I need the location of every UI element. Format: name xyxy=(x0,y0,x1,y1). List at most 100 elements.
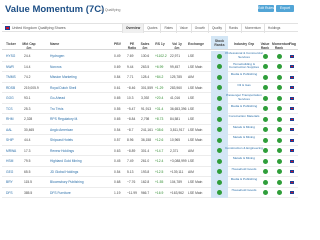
col-rs[interactable]: RS 1y xyxy=(155,42,165,46)
market-select[interactable]: United Kingdom xyxy=(12,26,37,30)
col-name[interactable]: Name xyxy=(50,42,59,46)
tab-rates[interactable]: Rates xyxy=(160,24,175,33)
cell-industry[interactable]: Household Goods xyxy=(225,167,263,172)
col-momentum-rank[interactable]: Momentum Rank xyxy=(272,42,290,50)
table-row[interactable]: GOG 93.1 Go-Ahead 0.65 10.3 3,392 +20.4 41,016 L… xyxy=(2,93,298,104)
table-row[interactable]: HSM 79.5 Highland Gold Mining 0.45 7.49 261.0… xyxy=(2,156,298,167)
col-pe[interactable]: PE Ratio xyxy=(127,42,137,50)
cell-name[interactable]: Shipcast Hotels xyxy=(50,138,73,142)
cell-industry[interactable]: Household Goods xyxy=(225,188,263,193)
cell-pbv: 0.55 xyxy=(114,106,121,111)
col-exchange[interactable]: Exchange xyxy=(188,42,204,46)
uk-flag-icon xyxy=(290,65,294,68)
momentum-rank-badge xyxy=(277,74,282,80)
cell-volume: 84,581 xyxy=(170,117,181,121)
cell-name[interactable]: Bloomsbury Publishing xyxy=(50,180,84,184)
col-sales[interactable]: Sales £m xyxy=(140,42,150,50)
table-row[interactable]: GEG 65.5 JD Global Holdings 0.54 5.13 193.8 +1… xyxy=(2,166,298,177)
cell-industry[interactable]: Media & Publishing xyxy=(225,72,263,77)
tab-momentum[interactable]: Momentum xyxy=(240,24,264,33)
cell-ticker[interactable]: GOG xyxy=(6,96,14,100)
table-row[interactable]: RHM 2,328 RPS Regulatory M. 0.65 ~8.84 2,798 +… xyxy=(2,114,298,125)
cell-name[interactable]: JD Global Holdings xyxy=(50,170,78,174)
cell-name[interactable]: Renew Holdings xyxy=(50,149,74,153)
col-flag[interactable]: Flag xyxy=(289,42,296,46)
col-value-rank[interactable]: Value Rank xyxy=(259,42,271,50)
col-mktcap[interactable]: Mkt Cap £m xyxy=(22,42,36,50)
cell-exchange: AIM xyxy=(188,75,194,79)
col-pbv[interactable]: PBV xyxy=(114,42,121,46)
cell-volume: +139,111 xyxy=(170,169,184,174)
cell-industry[interactable]: Construction Materials xyxy=(225,114,263,119)
cell-ticker[interactable]: TMMS xyxy=(6,75,16,79)
cell-industry[interactable]: Oil & Gas xyxy=(225,83,263,88)
cell-pbv: 0.54 xyxy=(114,169,121,174)
tab-growth[interactable]: Growth xyxy=(190,24,208,33)
cell-name[interactable]: Mission Marketing xyxy=(50,75,77,79)
table-row[interactable]: BRY 115.5 Bloomsbury Publishing 0.68 ~7.76 16… xyxy=(2,177,298,188)
cell-name[interactable]: Go-Ahead xyxy=(50,96,65,100)
cell-industry[interactable]: Homebuilding & Construction Supplies xyxy=(225,62,263,70)
cell-industry[interactable]: Professional & Commercial Services xyxy=(225,51,263,59)
export-button[interactable]: Export xyxy=(276,5,294,12)
cell-industry[interactable]: Metals & Mining xyxy=(225,125,263,130)
table-row[interactable]: RDSB 219,005.9 Royal Dutch Shell 0.61 ~8.46 3… xyxy=(2,82,298,93)
table-row[interactable]: TCS 25.3 Tru Trivis 0.55 ~5.47 91,913 +31.4 36,… xyxy=(2,103,298,114)
cell-industry[interactable]: Construction & Engineering xyxy=(225,146,263,151)
momentum-rank-badge xyxy=(277,127,282,132)
tab-overview[interactable]: Overview xyxy=(122,24,144,33)
cell-ticker[interactable]: AAL xyxy=(6,128,12,132)
cell-ticker[interactable]: HYSG xyxy=(6,54,15,58)
cell-industry[interactable]: Passenger Transportation Services xyxy=(225,93,263,101)
value-rank-badge xyxy=(263,127,268,132)
tab-holdings[interactable]: Holdings xyxy=(263,24,283,33)
cell-rs: +84.2 xyxy=(155,75,164,79)
cell-ticker[interactable]: BRY xyxy=(6,180,13,184)
table-row[interactable]: NWR 14.4 Norcros 0.69 9.44 263.5 +6.99 99,457 LS… xyxy=(2,61,298,72)
table-row[interactable]: HYSG 24.4 Hydrogen 0.49 7.69 130.6 +1102.2 22,9… xyxy=(2,51,298,62)
stockrank-badge xyxy=(217,85,222,90)
table-row[interactable]: MRWA 17.3 Renew Holdings 0.63 ~8.89 301.4 +14.… xyxy=(2,145,298,156)
cell-name[interactable]: RPS Regulatory M. xyxy=(50,117,78,121)
cell-name[interactable]: Norcros xyxy=(50,65,62,69)
cell-ticker[interactable]: HSM xyxy=(6,159,13,163)
cell-name[interactable]: Hydrogen xyxy=(50,54,64,58)
col-industry[interactable]: Industry Grp xyxy=(232,42,256,46)
table-row[interactable]: TMMS 74.2 Mission Marketing 0.84 7.71 128.4 +8… xyxy=(2,72,298,83)
cell-ticker[interactable]: DFS xyxy=(6,191,13,195)
cell-ticker[interactable]: SHIP xyxy=(6,138,14,142)
tab-quotes[interactable]: Quotes xyxy=(143,24,160,33)
col-volume[interactable]: Vol 1y £m xyxy=(170,42,184,50)
cell-industry[interactable]: Metals & Mining xyxy=(225,135,263,140)
cell-rs: +12.4 xyxy=(155,159,164,163)
table-row[interactable]: AAL 30,465 Anglo American 0.54 ~8.7 241,161 +3… xyxy=(2,124,298,135)
cell-name[interactable]: Anglo American xyxy=(50,128,73,132)
table-header: Ticker Mkt Cap £m Name PBV PE Ratio Sale… xyxy=(2,33,298,50)
cell-ticker[interactable]: RHM xyxy=(6,117,14,121)
cell-name[interactable]: Highland Gold Mining xyxy=(50,159,82,163)
table-row[interactable]: DFS 385.5 DFS Furniture 1.19 ~11.99 966.7 +16.… xyxy=(2,187,298,198)
cell-name[interactable]: Royal Dutch Shell xyxy=(50,86,76,90)
col-ticker[interactable]: Ticker xyxy=(6,42,16,46)
table-row[interactable]: SHIP 44.4 Shipcast Hotels 0.57 8.96 36,158 +12… xyxy=(2,135,298,146)
cell-industry[interactable]: Metals & Mining xyxy=(225,156,263,161)
cell-rs: +20.4 xyxy=(155,96,164,100)
cell-ticker[interactable]: RDSB xyxy=(6,86,15,90)
uk-flag-icon xyxy=(5,25,10,30)
tab-quality[interactable]: Quality xyxy=(208,24,225,33)
col-stockrank[interactable]: Stock Ranks xyxy=(211,36,228,49)
cell-industry[interactable]: Media & Publishing xyxy=(225,104,263,109)
cell-name[interactable]: DFS Furniture xyxy=(50,191,71,195)
cell-ticker[interactable]: MRWA xyxy=(6,149,16,153)
cell-ticker[interactable]: TCS xyxy=(6,107,13,111)
cell-name[interactable]: Tru Trivis xyxy=(50,107,63,111)
filter-select[interactable]: Qualifying Shares xyxy=(38,26,66,30)
tab-value[interactable]: Value xyxy=(175,24,191,33)
cell-pe: 8.96 xyxy=(127,138,134,142)
cell-ticker[interactable]: NWR xyxy=(6,65,14,69)
edit-rules-button[interactable]: Edit Rules xyxy=(258,5,274,12)
cell-industry[interactable]: Media & Publishing xyxy=(225,177,263,182)
cell-ticker[interactable]: GEG xyxy=(6,170,13,174)
view-tabs: Overview Quotes Rates Value Growth Quality Ran… xyxy=(122,24,283,33)
tab-ranks[interactable]: Ranks xyxy=(224,24,241,33)
